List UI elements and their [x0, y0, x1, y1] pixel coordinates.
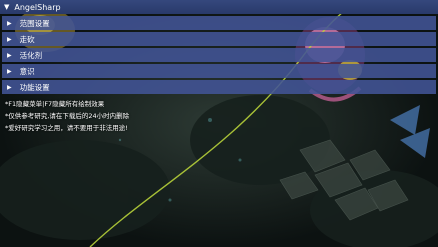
section-range-settings[interactable]: ▶ 范围设置: [2, 16, 436, 30]
section-list: ▶ 范围设置 ▶ 走砍 ▶ 活化剂 ▶ 意识 ▶ 功能设置: [0, 14, 438, 94]
game-viewport: ▼ AngelSharp ▶ 范围设置 ▶ 走砍 ▶ 活化剂 ▶ 意识 ▶ 功能: [0, 0, 438, 247]
angelsharp-menu-panel: ▼ AngelSharp ▶ 范围设置 ▶ 走砍 ▶ 活化剂 ▶ 意识 ▶ 功能: [0, 0, 438, 134]
triangle-right-icon: ▶: [7, 83, 12, 91]
section-orbwalker[interactable]: ▶ 走砍: [2, 32, 436, 46]
section-label: 活化剂: [19, 50, 43, 60]
section-label: 意识: [19, 66, 35, 76]
triangle-right-icon: ▶: [7, 51, 12, 59]
section-activator[interactable]: ▶ 活化剂: [2, 48, 436, 62]
triangle-right-icon: ▶: [7, 67, 12, 75]
section-label: 走砍: [19, 34, 35, 44]
triangle-right-icon: ▶: [7, 19, 12, 27]
note-delete-notice: *仅供参考研究,请在下载后的24小时内删除: [5, 112, 130, 120]
menu-title-bar[interactable]: ▼ AngelSharp: [0, 0, 438, 14]
triangle-right-icon: ▶: [7, 35, 12, 43]
menu-title: AngelSharp: [14, 2, 61, 12]
note-hotkeys: *F1隐藏菜单|F7隐藏所有绘制效果: [5, 100, 105, 108]
notes-block: *F1隐藏菜单|F7隐藏所有绘制效果 *仅供参考研究,请在下载后的24小时内删除…: [0, 96, 438, 134]
note-legal-notice: *爱好研究学习之用，请不要用于非法用途!: [5, 124, 128, 132]
section-label: 功能设置: [19, 82, 50, 92]
section-label: 范围设置: [19, 18, 50, 28]
triangle-down-icon[interactable]: ▼: [4, 3, 9, 11]
section-awareness[interactable]: ▶ 意识: [2, 64, 436, 78]
section-function-settings[interactable]: ▶ 功能设置: [2, 80, 436, 94]
